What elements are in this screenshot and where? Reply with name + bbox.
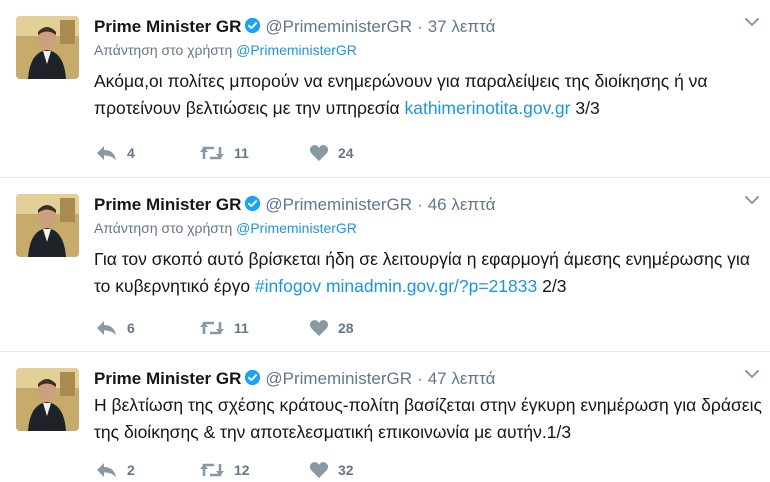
reply-context: Απάντηση στο χρήστη @PrimeministerGR xyxy=(94,220,357,236)
tweet[interactable]: Prime Minister GR @PrimeministerGR · 46 λεπ… xyxy=(0,178,770,352)
author-handle[interactable]: @PrimeministerGR xyxy=(265,17,412,36)
like-button[interactable]: 28 xyxy=(309,318,354,338)
retweet-button[interactable]: 12 xyxy=(199,460,250,480)
like-button[interactable]: 32 xyxy=(309,460,354,480)
caret-down-icon[interactable] xyxy=(744,16,760,28)
tweet-text: Ακόμα,οι πολίτες μπορούν να ενημερώνουν … xyxy=(94,68,762,122)
author-name[interactable]: Prime Minister GR xyxy=(94,195,241,214)
reply-button[interactable]: 4 xyxy=(94,143,135,163)
avatar[interactable] xyxy=(16,16,79,79)
hashtag-link[interactable]: #infogov xyxy=(255,276,321,296)
like-icon xyxy=(309,145,329,161)
retweet-icon xyxy=(200,321,224,335)
tweet-text-suffix: 3/3 xyxy=(570,98,600,118)
tweet-text-suffix: 2/3 xyxy=(537,276,567,296)
caret-down-icon[interactable] xyxy=(744,368,760,380)
tweet[interactable]: Prime Minister GR @PrimeministerGR · 37 λεπ… xyxy=(0,0,770,178)
retweet-icon xyxy=(200,463,224,477)
tweet-text: Η βελτίωση της σχέσης κράτους-πολίτη βασ… xyxy=(94,392,762,446)
reply-count: 6 xyxy=(127,320,135,336)
tweet-link[interactable]: minadmin.gov.gr/?p=21833 xyxy=(326,276,537,296)
reply-button[interactable]: 2 xyxy=(94,460,135,480)
author-name[interactable]: Prime Minister GR xyxy=(94,17,241,36)
reply-count: 4 xyxy=(127,145,135,161)
timestamp[interactable]: 47 λεπτά xyxy=(428,369,496,388)
reply-prefix: Απάντηση στο χρήστη xyxy=(94,220,233,236)
like-button[interactable]: 24 xyxy=(309,143,354,163)
reply-count: 2 xyxy=(127,462,135,478)
retweet-icon xyxy=(200,146,224,160)
verified-icon xyxy=(245,195,261,212)
reply-prefix: Απάντηση στο χρήστη xyxy=(94,42,233,58)
tweet-text-body: Ακόμα,οι πολίτες μπορούν να ενημερώνουν … xyxy=(94,71,708,118)
reply-icon xyxy=(97,146,116,160)
retweet-count: 12 xyxy=(234,462,250,478)
timestamp[interactable]: 46 λεπτά xyxy=(428,195,496,214)
avatar[interactable] xyxy=(16,368,79,431)
tweet-text: Για τον σκοπό αυτό βρίσκεται ήδη σε λειτ… xyxy=(94,246,762,300)
tweet-link[interactable]: kathimerinotita.gov.gr xyxy=(404,98,570,118)
author-handle[interactable]: @PrimeministerGR xyxy=(265,195,412,214)
timestamp[interactable]: 37 λεπτά xyxy=(428,17,496,36)
reply-icon xyxy=(97,463,116,477)
like-count: 24 xyxy=(338,145,354,161)
retweet-count: 11 xyxy=(234,145,249,161)
retweet-button[interactable]: 11 xyxy=(199,318,249,338)
reply-mention-link[interactable]: @PrimeministerGR xyxy=(236,220,357,236)
avatar[interactable] xyxy=(16,194,79,257)
separator-dot: · xyxy=(417,17,423,36)
like-icon xyxy=(309,462,329,478)
retweet-count: 11 xyxy=(234,320,249,336)
like-icon xyxy=(309,320,329,336)
separator-dot: · xyxy=(417,195,423,214)
author-handle[interactable]: @PrimeministerGR xyxy=(265,369,412,388)
like-count: 32 xyxy=(338,462,354,478)
reply-icon xyxy=(97,321,116,335)
reply-mention-link[interactable]: @PrimeministerGR xyxy=(236,42,357,58)
reply-context: Απάντηση στο χρήστη @PrimeministerGR xyxy=(94,42,357,58)
caret-down-icon[interactable] xyxy=(744,194,760,206)
retweet-button[interactable]: 11 xyxy=(199,143,249,163)
verified-icon xyxy=(245,369,261,386)
like-count: 28 xyxy=(338,320,354,336)
separator-dot: · xyxy=(417,369,423,388)
tweet[interactable]: Prime Minister GR @PrimeministerGR · 47 λεπ… xyxy=(0,352,770,482)
tweet-text-body: Η βελτίωση της σχέσης κράτους-πολίτη βασ… xyxy=(94,395,762,442)
author-name[interactable]: Prime Minister GR xyxy=(94,369,241,388)
verified-icon xyxy=(245,17,261,34)
reply-button[interactable]: 6 xyxy=(94,318,135,338)
